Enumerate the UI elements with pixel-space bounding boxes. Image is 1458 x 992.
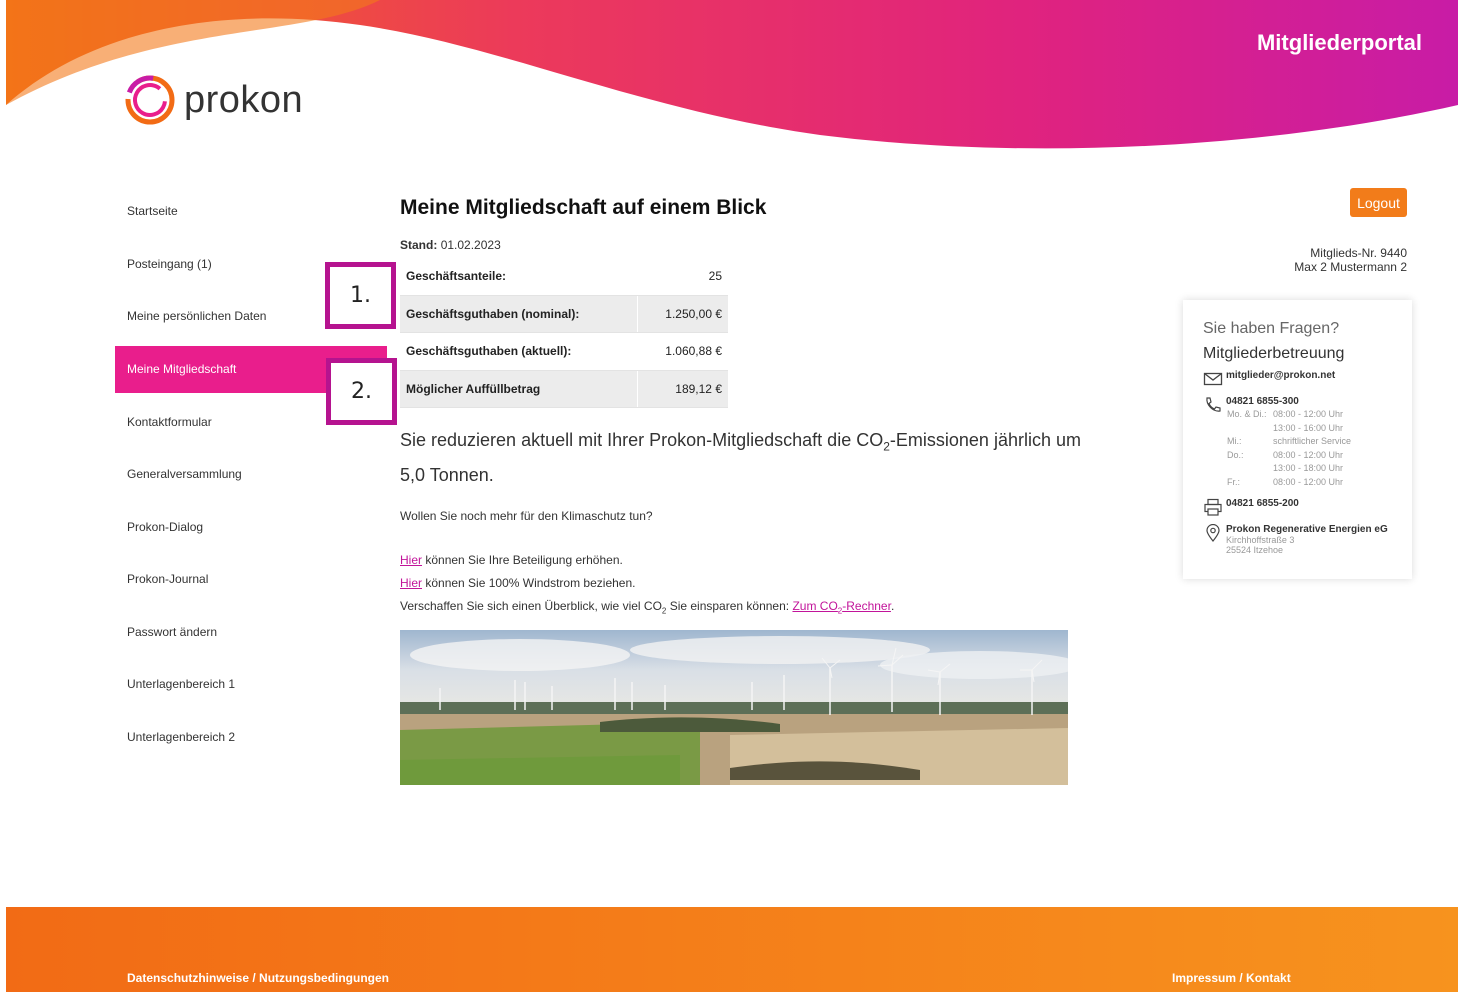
co2-link-text: Zum CO <box>792 598 838 613</box>
sidebar-item-prokon-journal[interactable]: Prokon-Journal <box>115 553 387 606</box>
link1-text: können Sie Ihre Beteiligung erhöhen. <box>422 552 623 567</box>
opening-hours: Mo. & Di.: 08:00 - 12:00 Uhr 13:00 - 16:0… <box>1227 408 1351 490</box>
footer: Datenschutzhinweise / Nutzungsbedingunge… <box>6 907 1458 992</box>
contact-company: Prokon Regenerative Energien eG <box>1226 524 1388 535</box>
hours-time: 08:00 - 12:00 Uhr <box>1273 409 1344 419</box>
hours-time: 08:00 - 12:00 Uhr <box>1273 449 1344 460</box>
contact-street: Kirchhoffstraße 3 <box>1226 535 1295 545</box>
prokon-logo[interactable]: prokon <box>122 72 303 128</box>
contact-fax: 04821 6855-200 <box>1226 498 1299 509</box>
contact-question: Sie haben Fragen? <box>1203 320 1340 337</box>
contact-address-row: Prokon Regenerative Energien eG Kirchhof… <box>1203 524 1388 555</box>
footer-imprint-link[interactable]: Impressum / Kontakt <box>1172 971 1291 985</box>
hours-time: 13:00 - 18:00 Uhr <box>1273 463 1344 474</box>
table-row: Geschäftsanteile: 25 <box>400 258 728 296</box>
logout-button[interactable]: Logout <box>1350 188 1407 217</box>
table-label: Möglicher Auffüllbetrag <box>400 370 638 408</box>
table-label: Geschäftsguthaben (nominal): <box>400 295 638 333</box>
hours-day: Mi.: <box>1227 436 1242 447</box>
line3-end: . <box>890 598 895 613</box>
envelope-icon <box>1203 372 1223 386</box>
co2-sub: 2 <box>883 439 890 454</box>
annotation-marker-2: 2. <box>326 358 397 425</box>
table-value: 1.250,00 € <box>637 295 728 333</box>
table-row: Möglicher Auffüllbetrag 189,12 € <box>400 370 728 408</box>
sidebar-item-unterlagen-2[interactable]: Unterlagenbereich 2 <box>115 711 387 764</box>
table-row: Geschäftsguthaben (aktuell): 1.060,88 € <box>400 332 728 371</box>
page-title: Meine Mitgliedschaft auf einem Blick <box>400 196 767 219</box>
table-value: 25 <box>637 258 728 296</box>
link2-text: können Sie 100% Windstrom beziehen. <box>422 575 636 590</box>
table-label: Geschäftsanteile: <box>400 258 638 296</box>
sidebar-item-unterlagen-1[interactable]: Unterlagenbereich 1 <box>115 658 387 711</box>
contact-fax-row: 04821 6855-200 <box>1203 498 1299 516</box>
sidebar-item-prokon-dialog[interactable]: Prokon-Dialog <box>115 501 387 554</box>
contact-email-row: mitglieder@prokon.net <box>1203 370 1335 388</box>
sidebar-item-startseite[interactable]: Startseite <box>115 185 387 238</box>
co2-calculator-link[interactable]: Zum CO2-Rechner <box>792 598 891 615</box>
hours-time: 13:00 - 16:00 Uhr <box>1273 422 1344 433</box>
hours-day: Fr.: <box>1227 476 1240 487</box>
co2-link-text2: -Rechner <box>842 598 891 613</box>
hours-time: 08:00 - 12:00 Uhr <box>1273 476 1344 487</box>
table-value: 1.060,88 € <box>637 332 728 371</box>
main-content: Meine Mitgliedschaft auf einem Blick Sta… <box>400 192 1100 622</box>
annotation-marker-1: 1. <box>325 262 396 329</box>
phone-icon <box>1206 397 1221 412</box>
member-number: Mitglieds-Nr. 9440 <box>1310 246 1407 260</box>
links-block: Hier können Sie Ihre Beteiligung erhöhen… <box>400 549 1100 622</box>
contact-address: Prokon Regenerative Energien eG Kirchhof… <box>1226 524 1388 555</box>
table-label: Geschäftsguthaben (aktuell): <box>400 332 638 371</box>
footer-privacy-link[interactable]: Datenschutzhinweise / Nutzungsbedingunge… <box>127 971 389 985</box>
co2-statement: Sie reduzieren aktuell mit Ihrer Prokon-… <box>400 426 1100 489</box>
location-pin-icon <box>1206 524 1220 542</box>
hours-time: schriftlicher Service <box>1273 436 1352 447</box>
fax-printer-icon <box>1204 498 1222 516</box>
stand-date-line: Stand: 01.02.2023 <box>400 238 1100 252</box>
member-info: Mitglieds-Nr. 9440 Max 2 Mustermann 2 <box>1294 246 1407 274</box>
windstrom-link[interactable]: Hier <box>400 576 422 590</box>
contact-city: 25524 Itzehoe <box>1226 545 1284 555</box>
hours-day <box>1227 422 1273 436</box>
increase-stake-link[interactable]: Hier <box>400 553 422 567</box>
table-value: 189,12 € <box>637 370 728 408</box>
contact-email[interactable]: mitglieder@prokon.net <box>1226 370 1335 388</box>
line3-text2: Sie einsparen können: <box>666 598 793 613</box>
sidebar-item-generalversammlung[interactable]: Generalversammlung <box>115 448 387 501</box>
co2-text-1: Sie reduzieren aktuell mit Ihrer Prokon-… <box>400 430 884 450</box>
logo-text: prokon <box>184 78 304 121</box>
table-row: Geschäftsguthaben (nominal): 1.250,00 € <box>400 295 728 333</box>
portal-title: Mitgliederportal <box>1256 30 1422 55</box>
hours-day: Mo. & Di.: <box>1227 409 1267 419</box>
line3-text: Verschaffen Sie sich einen Überblick, wi… <box>400 598 662 613</box>
wind-farm-banner-image <box>400 630 1068 785</box>
prokon-logo-icon <box>125 75 175 125</box>
hours-day: Do.: <box>1227 449 1244 460</box>
membership-table: Geschäftsanteile: 25 Geschäftsguthaben (… <box>400 258 728 408</box>
contact-subtitle: Mitgliederbetreuung <box>1203 345 1345 362</box>
climate-question: Wollen Sie noch mehr für den Klimaschutz… <box>400 508 653 523</box>
stand-date: 01.02.2023 <box>440 238 501 252</box>
stand-label: Stand: <box>400 238 438 252</box>
sidebar-item-passwort[interactable]: Passwort ändern <box>115 606 387 659</box>
member-name: Max 2 Mustermann 2 <box>1294 260 1407 274</box>
hours-day <box>1227 462 1273 476</box>
contact-card: Sie haben Fragen? Mitgliederbetreuung mi… <box>1183 300 1412 579</box>
